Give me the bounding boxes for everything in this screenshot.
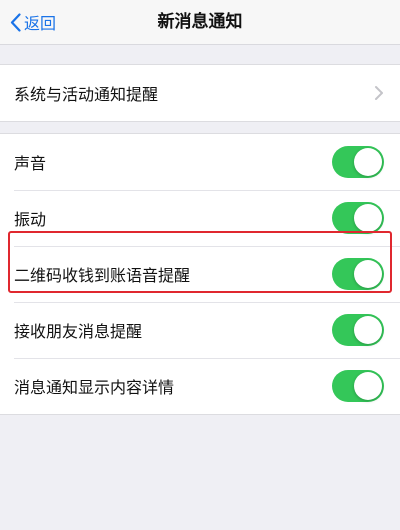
- qr-payment-voice-alert-label: 二维码收钱到账语音提醒: [14, 266, 191, 285]
- page-title: 新消息通知: [157, 12, 243, 32]
- back-label: 返回: [24, 14, 57, 33]
- show-message-details-toggle[interactable]: [332, 370, 384, 402]
- vibration-row: 振动: [0, 190, 400, 246]
- qr-payment-voice-alert-toggle[interactable]: [332, 258, 384, 290]
- navigation-bar: 返回 新消息通知: [0, 0, 400, 45]
- sound-label: 声音: [14, 154, 47, 173]
- toggle-knob: [354, 372, 382, 400]
- toggle-knob: [354, 260, 382, 288]
- vibration-label: 振动: [14, 210, 47, 229]
- vibration-toggle[interactable]: [332, 202, 384, 234]
- back-button[interactable]: 返回: [10, 10, 56, 34]
- chevron-left-icon: [10, 12, 21, 32]
- show-message-details-row: 消息通知显示内容详情: [0, 358, 400, 414]
- system-activity-notification-label: 系统与活动通知提醒: [14, 85, 159, 104]
- qr-payment-voice-alert-row: 二维码收钱到账语音提醒: [0, 246, 400, 302]
- toggle-knob: [354, 204, 382, 232]
- show-message-details-label: 消息通知显示内容详情: [14, 378, 175, 397]
- alert-settings-group: 声音 振动 二维码收钱到账语音提醒 接收朋友消息提醒 消息通知显示内容详情: [0, 133, 400, 415]
- sound-row: 声音: [0, 134, 400, 190]
- friend-message-alert-label: 接收朋友消息提醒: [14, 322, 143, 341]
- friend-message-alert-toggle[interactable]: [332, 314, 384, 346]
- chevron-right-icon: [375, 86, 383, 100]
- friend-message-alert-row: 接收朋友消息提醒: [0, 302, 400, 358]
- toggle-knob: [354, 148, 382, 176]
- system-activity-notification-row[interactable]: 系统与活动通知提醒: [0, 65, 400, 121]
- toggle-knob: [354, 316, 382, 344]
- system-notification-group: 系统与活动通知提醒: [0, 64, 400, 122]
- sound-toggle[interactable]: [332, 146, 384, 178]
